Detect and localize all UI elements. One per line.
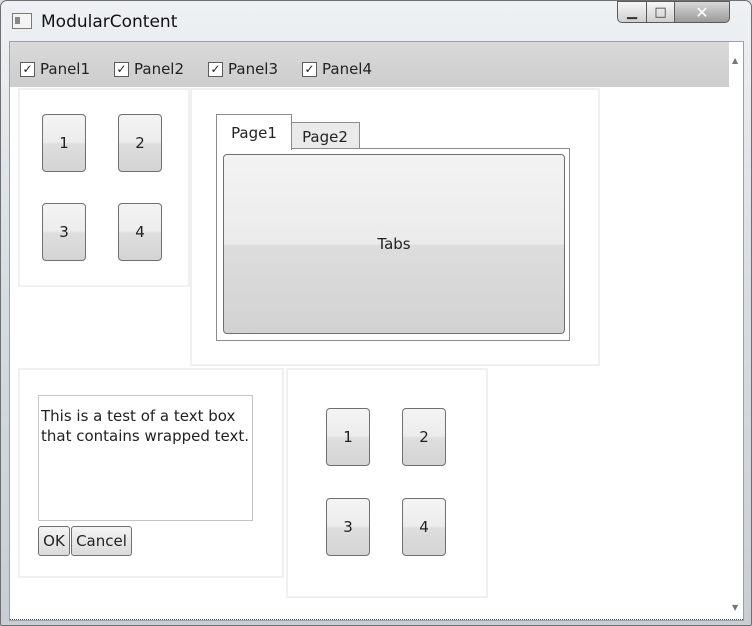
tab-content: Tabs [216,148,570,341]
panel2-checkbox[interactable]: ✓ Panel2 [114,60,184,78]
checkbox-label: Panel1 [40,60,91,78]
focus-border [10,619,743,620]
checkbox-label: Panel2 [134,60,185,78]
checkbox-check-icon: ✓ [208,61,223,77]
checkbox-check-icon: ✓ [302,61,317,77]
cancel-button[interactable]: Cancel [71,526,132,556]
tab-page2[interactable]: Page2 [290,122,360,150]
window-title: ModularContent [41,12,178,32]
panel3-checkbox[interactable]: ✓ Panel3 [208,60,278,78]
close-icon: ✕ [695,2,709,22]
scroll-down-icon[interactable]: ▼ [732,603,738,612]
app-icon[interactable] [12,13,32,29]
tabs-button[interactable]: Tabs [223,154,565,334]
panel1-button-2[interactable]: 2 [118,114,162,172]
title-bar[interactable]: ModularContent ▁ □ ✕ [1,1,751,41]
panel1-button-1[interactable]: 1 [42,114,86,172]
close-button[interactable]: ✕ [674,1,730,23]
panel4-button-4[interactable]: 4 [402,498,446,556]
tab-page1[interactable]: Page1 [216,114,292,150]
panel-toggle-bar: ✓ Panel1 ✓ Panel2 ✓ Panel3 ✓ Panel4 [10,42,729,87]
client-area: ✓ Panel1 ✓ Panel2 ✓ Panel3 ✓ Panel4 ▲ ▼ … [9,41,744,621]
checkbox-label: Panel4 [322,60,373,78]
maximize-button[interactable]: □ [646,1,675,23]
maximize-icon: □ [654,4,667,20]
checkbox-label: Panel3 [228,60,279,78]
checkbox-check-icon: ✓ [20,61,35,77]
panel4: 1 2 3 4 [286,368,488,598]
minimize-button[interactable]: ▁ [617,1,647,23]
panel1-button-3[interactable]: 3 [42,203,86,261]
panel1-button-4[interactable]: 4 [118,203,162,261]
minimize-icon: ▁ [627,4,637,20]
ok-button[interactable]: OK [38,526,70,556]
panel1: 1 2 3 4 [18,88,190,287]
panel1-checkbox[interactable]: ✓ Panel1 [20,60,90,78]
scroll-up-icon[interactable]: ▲ [732,56,738,65]
panel4-checkbox[interactable]: ✓ Panel4 [302,60,372,78]
panel3: This is a test of a text box that contai… [18,368,284,578]
panel4-button-3[interactable]: 3 [326,498,370,556]
vertical-scrollbar[interactable]: ▲ ▼ [729,42,743,620]
panel4-button-1[interactable]: 1 [326,408,370,466]
checkbox-check-icon: ✓ [114,61,129,77]
wrapped-text-box[interactable]: This is a test of a text box that contai… [38,395,253,521]
window: ModularContent ▁ □ ✕ ✓ Panel1 ✓ Panel2 ✓… [0,0,752,626]
panel4-button-2[interactable]: 2 [402,408,446,466]
panel2: Page1 Page2 Tabs [190,88,600,366]
